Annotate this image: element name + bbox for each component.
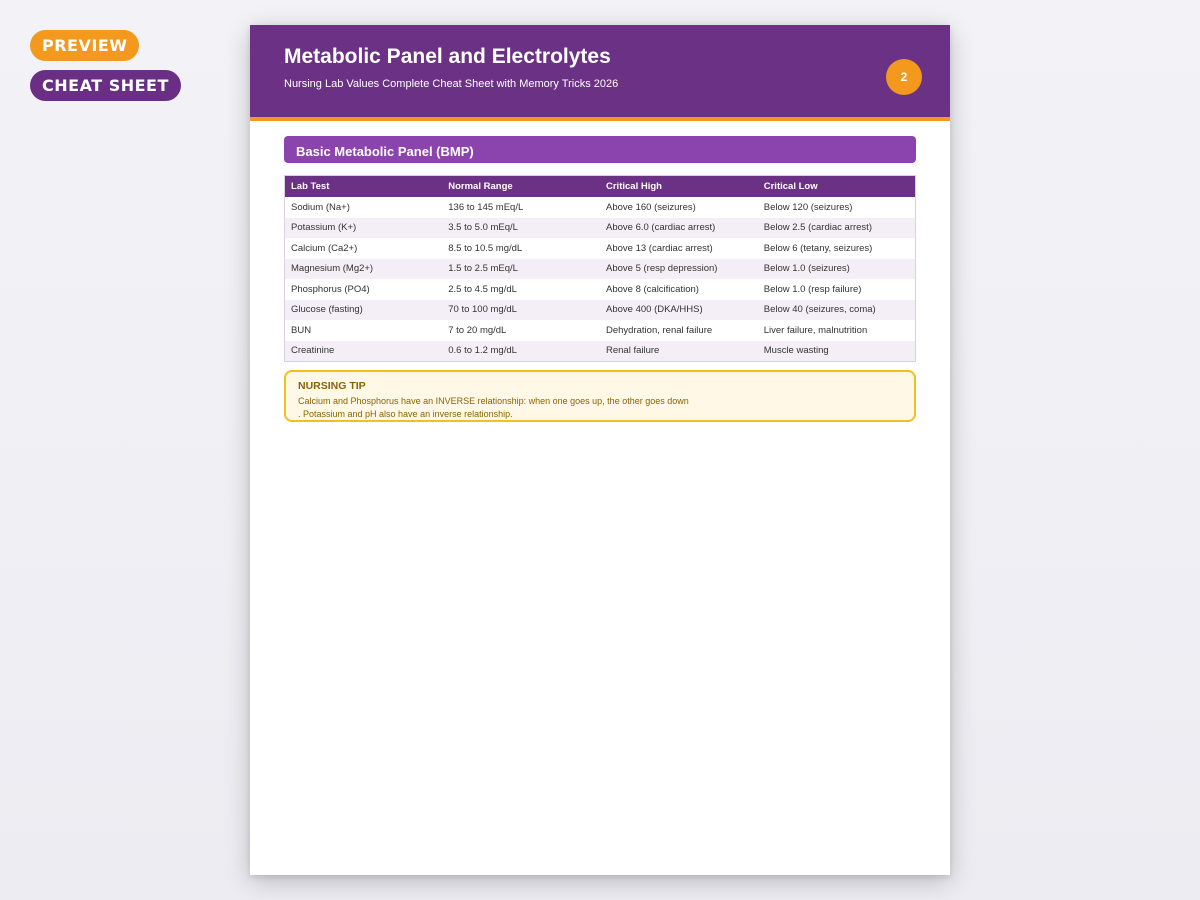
cell-critical-low: Below 6 (tetany, seizures) [763, 242, 873, 254]
cell-critical-high: Above 6.0 (cardiac arrest) [600, 217, 758, 238]
table-row: Phosphorus (PO4) 2.5 to 4.5 mg/dL Above … [285, 279, 916, 300]
cell-critical-high: Renal failure [600, 340, 758, 362]
cell-normal-range: 0.6 to 1.2 mg/dL [442, 340, 600, 362]
cell-critical-low: Muscle wasting [757, 340, 916, 362]
cell-critical-high: Above 5 (resp depression) [600, 258, 758, 279]
cell-normal-range: 2.5 to 4.5 mg/dL [448, 283, 517, 295]
table-header-row: Lab Test Normal Range Critical High Crit… [284, 175, 916, 197]
cell-critical-high: Dehydration, renal failure [606, 324, 713, 336]
page-title: Metabolic Panel and Electrolytes [284, 45, 611, 68]
table-row: Calcium (Ca2+) 8.5 to 10.5 mg/dL Above 1… [285, 238, 916, 259]
cell-critical-low: Below 40 (seizures, coma) [757, 299, 916, 320]
cell-lab-test: Creatinine [284, 340, 443, 362]
cell-lab-test: Glucose (fasting) [284, 299, 443, 320]
column-header-critical-high: Critical High [600, 175, 758, 197]
table-row: Magnesium (Mg2+) 1.5 to 2.5 mEq/L Above … [284, 258, 916, 279]
document-page: Metabolic Panel and Electrolytes Nursing… [250, 25, 950, 875]
nursing-tip-title: NURSING TIP [298, 380, 366, 392]
cell-critical-low: Liver failure, malnutrition [763, 324, 868, 336]
section-title-bmp: Basic Metabolic Panel (BMP) [284, 136, 916, 163]
nursing-tip-line-2: . Potassium and pH also have an inverse … [298, 409, 513, 419]
cell-critical-low: Below 1.0 (resp failure) [763, 283, 862, 295]
page-number-badge: 2 [886, 59, 922, 95]
table-row: Potassium (K+) 3.5 to 5.0 mEq/L Above 6.… [284, 217, 916, 238]
cell-critical-high: Above 400 (DKA/HHS) [600, 299, 758, 320]
cell-lab-test: Sodium (Na+) [291, 201, 350, 213]
table-row: Creatinine 0.6 to 1.2 mg/dL Renal failur… [284, 340, 916, 362]
column-header-lab-test: Lab Test [284, 175, 443, 197]
column-header-critical-low: Critical Low [757, 175, 916, 197]
cell-critical-low: Below 1.0 (seizures) [757, 258, 916, 279]
cell-lab-test: Calcium (Ca2+) [291, 242, 358, 254]
cell-critical-high: Above 8 (calcification) [606, 283, 699, 295]
nursing-tip-box: NURSING TIP Calcium and Phosphorus have … [284, 370, 916, 422]
cell-lab-test: Magnesium (Mg2+) [284, 258, 443, 279]
preview-badge: PREVIEW [30, 30, 140, 61]
cheat-sheet-badge: CHEAT SHEET [30, 70, 181, 101]
page-header: Metabolic Panel and Electrolytes Nursing… [250, 25, 950, 121]
column-header-normal-range: Normal Range [442, 175, 600, 197]
cell-normal-range: 1.5 to 2.5 mEq/L [442, 258, 600, 279]
cell-critical-high: Above 13 (cardiac arrest) [606, 242, 713, 254]
cell-normal-range: 8.5 to 10.5 mg/dL [448, 242, 523, 254]
cell-critical-high: Above 160 (seizures) [606, 201, 696, 213]
cell-normal-range: 3.5 to 5.0 mEq/L [442, 217, 600, 238]
cell-critical-low: Below 120 (seizures) [763, 201, 853, 213]
lab-values-table: Lab Test Normal Range Critical High Crit… [284, 175, 916, 362]
page-subtitle: Nursing Lab Values Complete Cheat Sheet … [284, 78, 619, 90]
cell-lab-test: BUN [291, 324, 312, 336]
cell-lab-test: Phosphorus (PO4) [291, 283, 370, 295]
table-row: Glucose (fasting) 70 to 100 mg/dL Above … [284, 299, 916, 320]
table-row: Sodium (Na+) 136 to 145 mEq/L Above 160 … [285, 197, 916, 218]
cell-critical-low: Below 2.5 (cardiac arrest) [757, 217, 916, 238]
cell-normal-range: 7 to 20 mg/dL [448, 324, 507, 336]
cell-lab-test: Potassium (K+) [284, 217, 443, 238]
table-row: BUN 7 to 20 mg/dL Dehydration, renal fai… [285, 320, 916, 341]
cell-normal-range: 70 to 100 mg/dL [442, 299, 600, 320]
cell-normal-range: 136 to 145 mEq/L [448, 201, 524, 213]
nursing-tip-line-1: Calcium and Phosphorus have an INVERSE r… [298, 396, 689, 406]
